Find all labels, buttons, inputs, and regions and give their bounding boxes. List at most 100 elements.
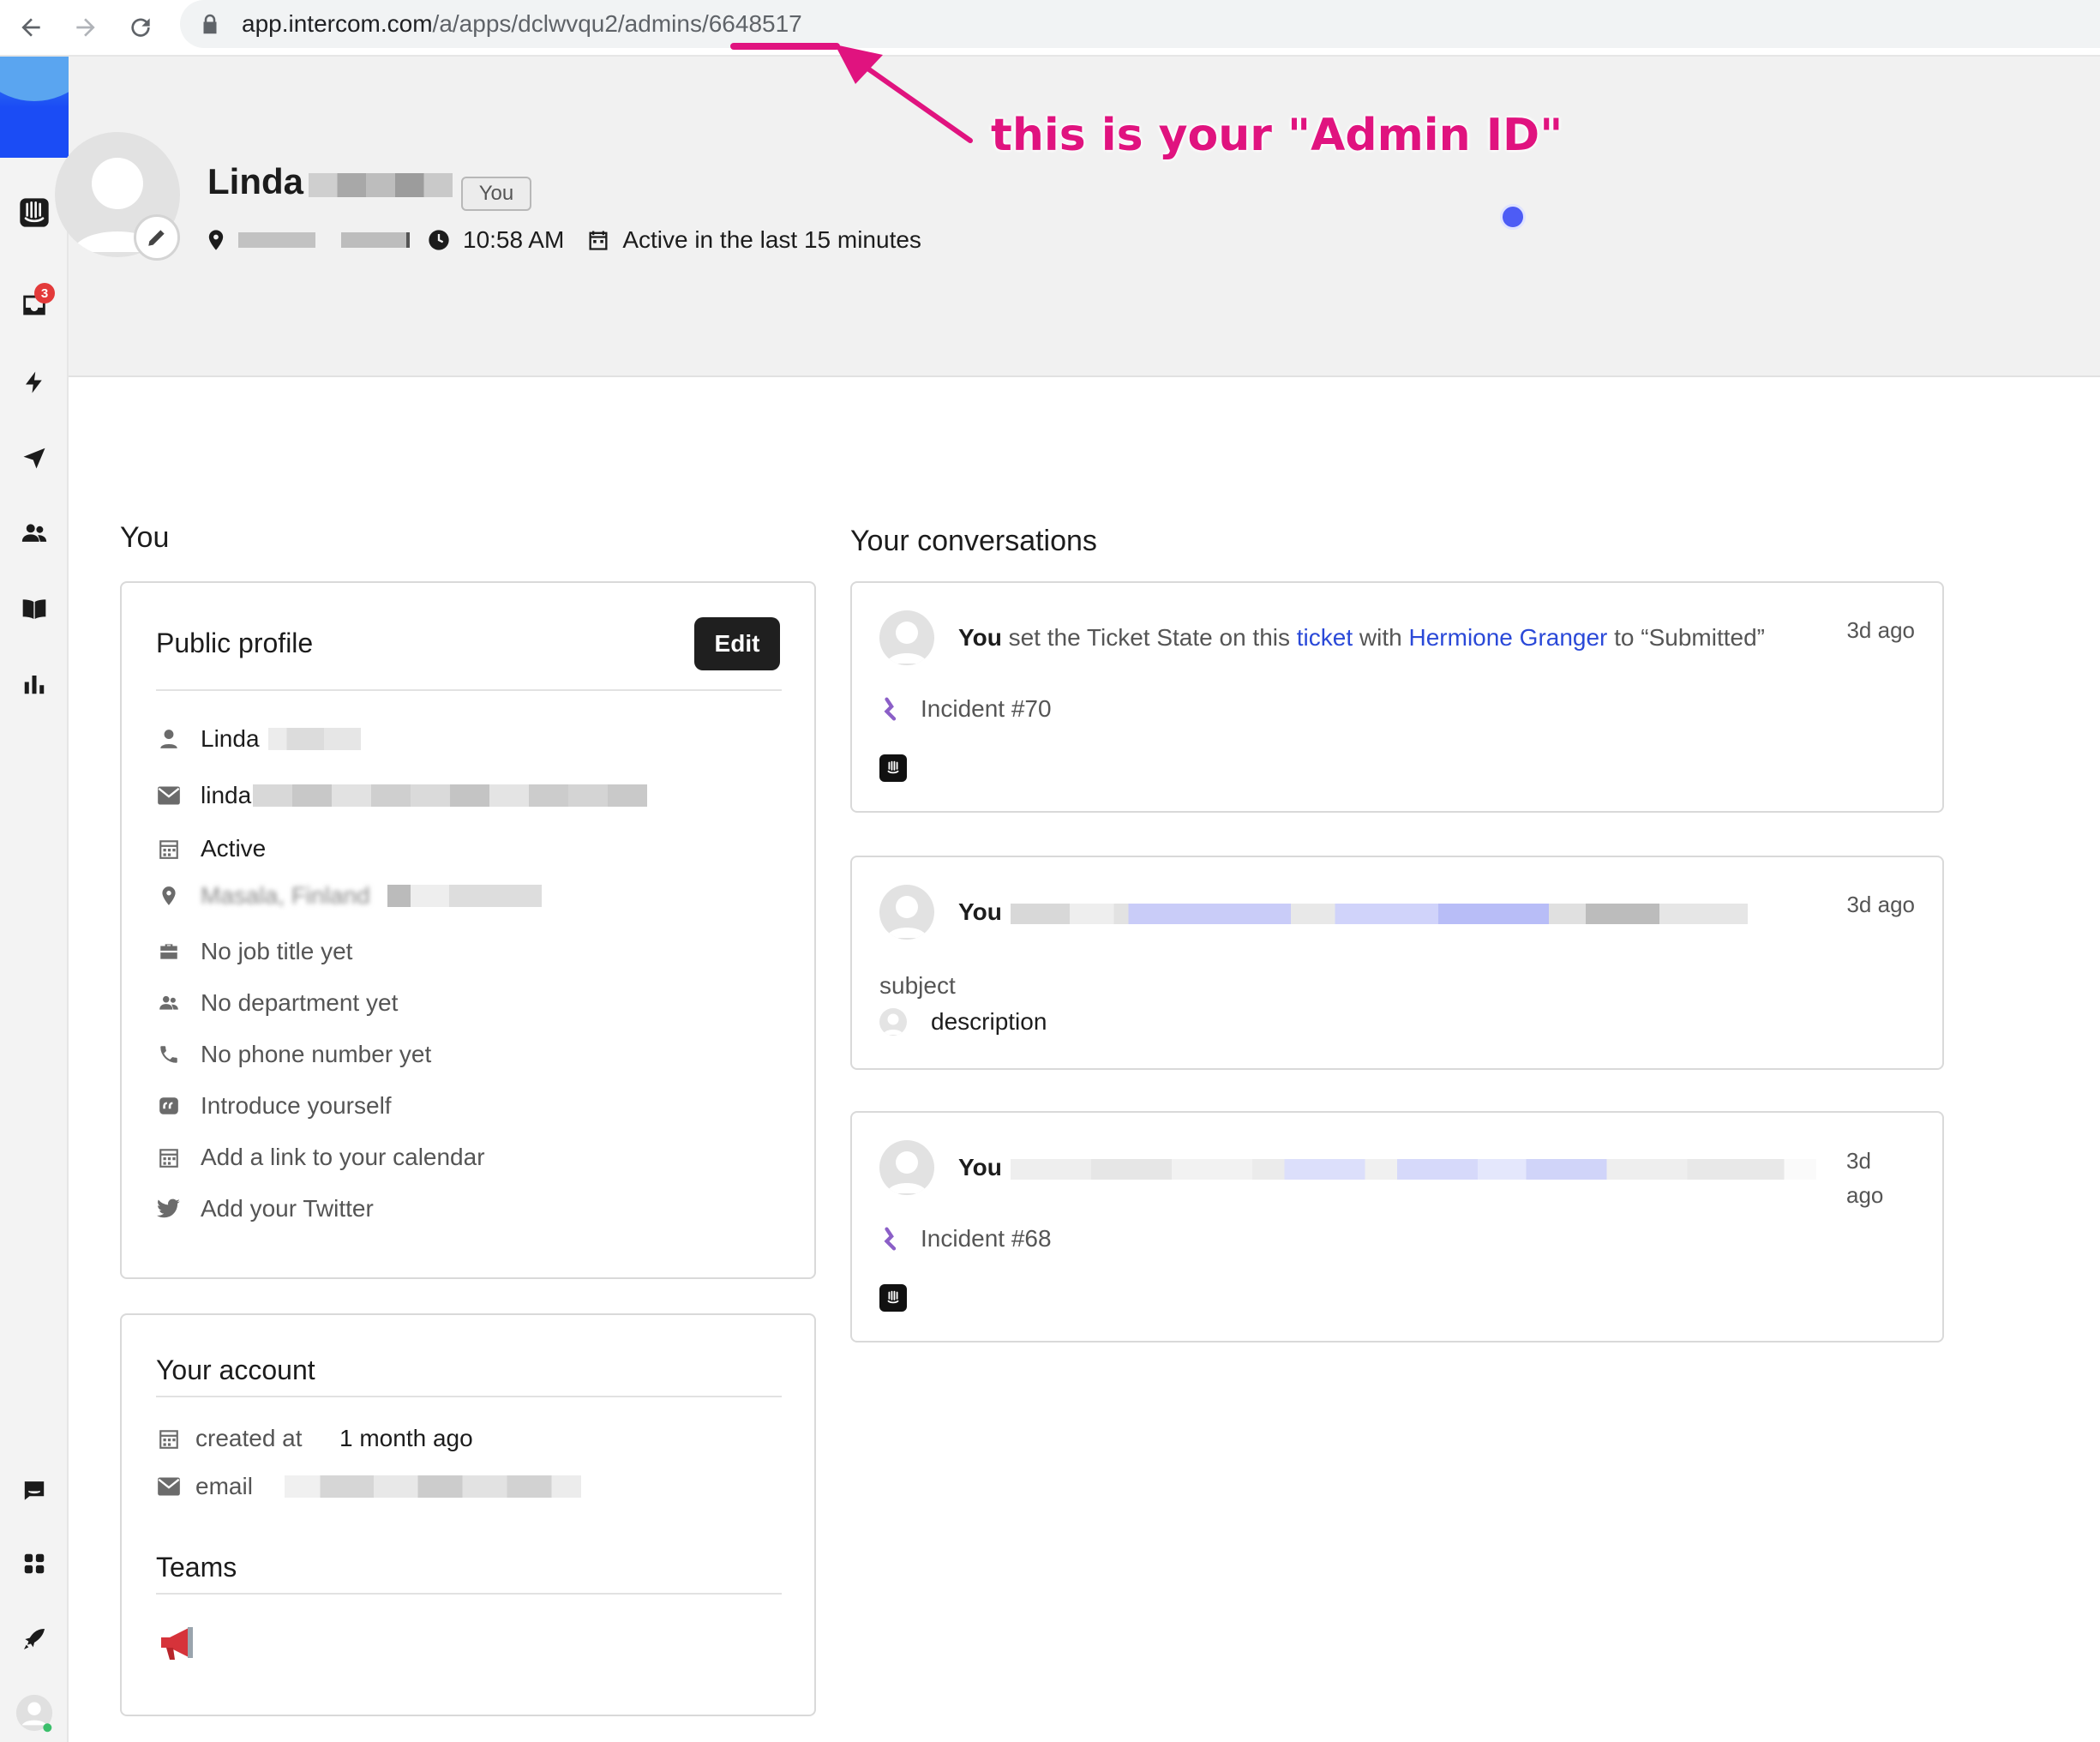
public-profile-title: Public profile	[156, 628, 314, 658]
address-bar[interactable]: app.intercom.com/a/apps/dclwvqu2/admins/…	[180, 0, 2100, 48]
quote-icon	[156, 1093, 182, 1119]
app-root: app.intercom.com/a/apps/dclwvqu2/admins/…	[0, 0, 2100, 1742]
incident-label: Incident #70	[921, 695, 1052, 722]
account-email-row: email	[156, 1468, 581, 1505]
profile-row-label: Active	[201, 835, 267, 862]
conversation-card[interactable]: You set the Ticket State on this ticket …	[850, 581, 1944, 813]
actor-name: You	[958, 624, 1002, 651]
card-divider	[156, 689, 782, 691]
customer-link[interactable]: Hermione Granger	[1409, 624, 1608, 651]
profile-row-label: Linda	[201, 725, 260, 752]
activity-status: Active in the last 15 minutes	[622, 226, 921, 253]
workspace-switcher[interactable]	[0, 57, 69, 158]
profile-row-label: Add a link to your calendar	[201, 1144, 485, 1170]
you-section-title: You	[120, 521, 170, 554]
intercom-channel-icon	[879, 1284, 907, 1312]
profile-row-label: No phone number yet	[201, 1041, 432, 1067]
back-icon[interactable]	[12, 9, 50, 46]
teams-title: Teams	[156, 1552, 237, 1583]
profile-row-location[interactable]: Masala, Finland	[156, 881, 542, 910]
conversation-summary: You	[958, 1154, 1816, 1181]
created-value: 1 month ago	[339, 1425, 473, 1451]
chat-icon[interactable]	[12, 1468, 57, 1512]
profile-row-bio[interactable]: Introduce yourself	[156, 1087, 392, 1125]
account-created-row: created at 1 month ago	[156, 1420, 473, 1457]
briefcase-icon	[156, 939, 182, 964]
redacted-value	[1010, 903, 1748, 924]
contacts-icon[interactable]	[12, 511, 57, 556]
person-icon	[156, 726, 182, 752]
local-time: 10:58 AM	[463, 226, 565, 253]
profile-row-phone[interactable]: No phone number yet	[156, 1036, 431, 1073]
book-icon[interactable]	[12, 586, 57, 631]
redacted-value	[285, 1475, 581, 1498]
conversation-card[interactable]: You 3d ago Incident #68	[850, 1111, 1944, 1343]
megaphone-icon[interactable]	[156, 1622, 201, 1663]
url-text[interactable]: app.intercom.com/a/apps/dclwvqu2/admins/…	[242, 10, 802, 38]
profile-row-label: Introduce yourself	[201, 1092, 392, 1119]
mail-icon	[156, 1474, 182, 1499]
team-icon	[156, 990, 182, 1016]
conversations-title: Your conversations	[850, 525, 1097, 557]
paper-plane-icon[interactable]	[12, 436, 57, 480]
card-divider	[156, 1593, 782, 1595]
calendar-icon	[589, 231, 608, 250]
profile-row-name[interactable]: Linda	[156, 720, 361, 758]
profile-row-label: Add your Twitter	[201, 1195, 374, 1222]
actor-name: You	[958, 1154, 1002, 1180]
summary-text: to “Submitted”	[1607, 624, 1766, 651]
url-path: /a/apps/dclwvqu2/admins/6648517	[432, 10, 802, 37]
phone-icon	[156, 1042, 182, 1067]
incident-row: Incident #68	[879, 1224, 1052, 1253]
annotation-text: this is your "Admin ID"	[991, 110, 1563, 161]
conversation-summary: You set the Ticket State on this ticket …	[958, 624, 1765, 652]
profile-row-label: linda	[201, 782, 252, 808]
apps-icon[interactable]	[12, 1541, 57, 1586]
user-avatar-icon[interactable]	[12, 1691, 57, 1735]
summary-text: set the Ticket State on this	[1001, 624, 1297, 651]
conversation-avatar	[879, 885, 934, 940]
redacted-value	[1010, 1158, 1816, 1180]
profile-name: Linda	[207, 161, 303, 201]
inbox-badge: 3	[34, 283, 55, 303]
profile-row-email[interactable]: linda	[156, 777, 648, 814]
edit-profile-button[interactable]: Edit	[694, 617, 780, 670]
conversation-time: 3d ago	[1846, 617, 1915, 643]
incident-label: Incident #68	[921, 1225, 1052, 1252]
profile-row-department[interactable]: No department yet	[156, 984, 398, 1022]
url-host: app.intercom.com	[242, 10, 433, 37]
redacted-surname	[309, 173, 453, 197]
you-badge: You	[461, 177, 531, 211]
actor-name: You	[958, 898, 1002, 925]
time-line: 3d	[1846, 1148, 1871, 1174]
twitter-icon	[156, 1196, 182, 1222]
profile-row-status[interactable]: Active	[156, 830, 266, 868]
conversation-avatar	[879, 1140, 934, 1195]
created-label: created at	[195, 1425, 303, 1451]
annotation-arrow-icon	[835, 45, 973, 143]
conversation-subject: subject	[879, 972, 956, 999]
redacted-value	[253, 784, 648, 807]
location-pin-icon	[208, 230, 224, 250]
small-avatar	[879, 1008, 907, 1036]
mail-icon	[156, 783, 182, 808]
profile-row-calendar-link[interactable]: Add a link to your calendar	[156, 1138, 485, 1176]
reports-icon[interactable]	[12, 662, 57, 706]
location-icon	[156, 883, 182, 909]
reload-icon[interactable]	[122, 9, 159, 46]
browser-toolbar: app.intercom.com/a/apps/dclwvqu2/admins/…	[0, 0, 2100, 57]
cursor-dot	[1500, 204, 1526, 230]
conversation-card[interactable]: You 3d ago subject description	[850, 856, 1944, 1070]
profile-row-job-title[interactable]: No job title yet	[156, 933, 352, 970]
forward-icon[interactable]	[67, 9, 105, 46]
pencil-icon	[148, 230, 165, 246]
edit-avatar-button[interactable]	[134, 214, 180, 261]
intercom-logo-icon[interactable]	[12, 190, 57, 235]
profile-row-label: No department yet	[201, 989, 399, 1016]
bolt-icon[interactable]	[12, 360, 57, 405]
rocket-icon[interactable]	[12, 1617, 57, 1661]
profile-header	[69, 57, 2100, 377]
profile-row-twitter[interactable]: Add your Twitter	[156, 1190, 374, 1228]
inbox-icon[interactable]: 3	[12, 283, 57, 327]
ticket-link[interactable]: ticket	[1297, 624, 1353, 651]
